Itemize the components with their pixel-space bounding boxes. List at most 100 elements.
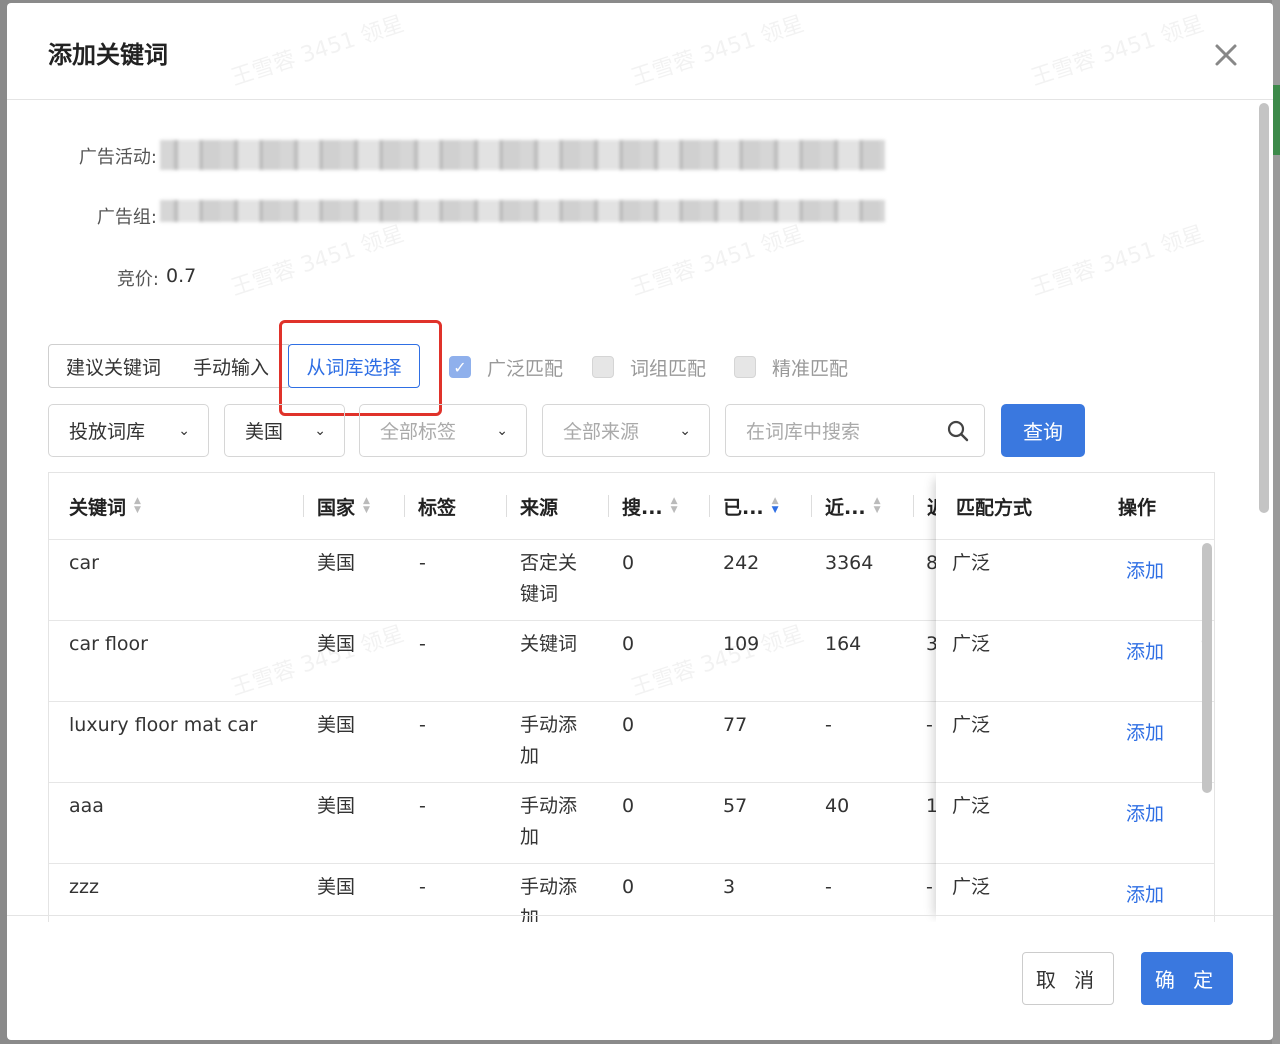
country-select[interactable]: 美国 ⌄ xyxy=(224,404,345,457)
cell-c7: - xyxy=(825,876,832,898)
query-button[interactable]: 查询 xyxy=(1001,404,1085,457)
watermark: 王雪蓉 3451 领星 xyxy=(628,221,808,302)
cell-keyword: aaa xyxy=(69,795,104,817)
cell-country: 美国 xyxy=(317,633,356,655)
sort-icon[interactable]: ▲ ▼ xyxy=(671,497,678,515)
cell-keyword: luxury floor mat car xyxy=(69,714,258,736)
cell-keyword: car xyxy=(69,552,99,574)
cell-match-type: 广泛 xyxy=(952,714,991,736)
dialog-scrollbar[interactable] xyxy=(1259,103,1269,513)
exact-match-label: 精准匹配 xyxy=(772,358,849,380)
column-header-tag: 标签 xyxy=(404,473,456,539)
cell-tag: - xyxy=(419,876,426,898)
column-header-action: 操作 xyxy=(1118,496,1157,519)
cell-country: 美国 xyxy=(317,795,356,817)
sort-icon[interactable]: ▲ ▼ xyxy=(363,497,370,515)
background-page xyxy=(1272,0,1280,1044)
cell-match-type: 广泛 xyxy=(952,552,991,574)
column-header-country[interactable]: 国家 ▲ ▼ xyxy=(303,473,370,539)
column-header-keyword[interactable]: 关键词 ▲ ▼ xyxy=(69,473,141,539)
column-label: 关键词 xyxy=(69,496,127,519)
cell-search: 0 xyxy=(622,876,635,898)
column-label: 搜... xyxy=(622,496,663,519)
cancel-button[interactable]: 取 消 xyxy=(1022,952,1114,1005)
cell-keyword: car floor xyxy=(69,633,148,655)
column-header-source: 来源 xyxy=(506,473,558,539)
campaign-value-redacted xyxy=(160,140,885,170)
cell-c6: 3 xyxy=(723,876,736,898)
exact-match-checkbox[interactable] xyxy=(734,356,756,378)
cell-tag: - xyxy=(419,795,426,817)
library-select-value: 投放词库 xyxy=(69,421,146,443)
column-header-recent[interactable]: 近... ▲ ▼ xyxy=(811,473,881,539)
bid-label: 竞价: xyxy=(116,269,159,290)
chevron-down-icon: ⌄ xyxy=(679,423,691,439)
cell-match-type: 广泛 xyxy=(952,876,991,898)
library-search-input[interactable]: 在词库中搜索 xyxy=(725,404,985,457)
ad-group-label: 广告组: xyxy=(96,207,157,228)
watermark: 王雪蓉 3451 领星 xyxy=(1028,11,1208,92)
sort-desc-icon[interactable]: ▲ ▼ xyxy=(772,497,779,515)
add-keyword-link[interactable]: 添加 xyxy=(1126,799,1196,830)
cell-country: 美国 xyxy=(317,552,356,574)
keyword-table: 关键词▲▼ 国家▲▼ 标签 来源 搜...▲▼ 已...▲▼ 近...▲▼ 近 … xyxy=(48,472,1215,922)
cell-source: 手动添加 xyxy=(520,795,578,848)
campaign-label: 广告活动: xyxy=(78,147,157,168)
column-header-added[interactable]: 已... ▲ ▼ xyxy=(709,473,779,539)
phrase-match-checkbox[interactable] xyxy=(592,356,614,378)
cell-c7: 3364 xyxy=(825,552,874,574)
add-keyword-link[interactable]: 添加 xyxy=(1126,718,1196,749)
cell-c6: 109 xyxy=(723,633,760,655)
cell-search: 0 xyxy=(622,714,635,736)
tags-select[interactable]: 全部标签 ⌄ xyxy=(359,404,527,457)
cell-source: 手动添加 xyxy=(520,714,578,767)
cell-c7: 40 xyxy=(825,795,850,817)
ad-group-value-redacted xyxy=(160,200,885,222)
tab-manual-input[interactable]: 手动输入 xyxy=(178,344,289,388)
column-label: 近... xyxy=(825,496,866,519)
search-placeholder: 在词库中搜索 xyxy=(746,421,861,443)
cell-source: 否定关键词 xyxy=(520,552,578,605)
add-keyword-dialog: 王雪蓉 3451 领星 王雪蓉 3451 领星 王雪蓉 3451 领星 王雪蓉 … xyxy=(7,3,1273,1040)
dialog-title: 添加关键词 xyxy=(48,41,168,69)
sort-icon[interactable]: ▲ ▼ xyxy=(134,497,141,515)
header-divider xyxy=(7,99,1273,100)
cell-c6: 57 xyxy=(723,795,748,817)
column-label: 标签 xyxy=(418,496,457,519)
chevron-down-icon: ⌄ xyxy=(314,423,326,439)
column-header-match-type: 匹配方式 xyxy=(956,496,1033,519)
confirm-button[interactable]: 确 定 xyxy=(1141,952,1233,1005)
footer-divider xyxy=(7,915,1273,916)
broad-match-checkbox[interactable]: ✓ xyxy=(449,356,471,378)
cell-keyword: zzz xyxy=(69,876,99,898)
cell-country: 美国 xyxy=(317,714,356,736)
broad-match-label: 广泛匹配 xyxy=(487,358,564,380)
cell-search: 0 xyxy=(622,552,635,574)
background-accent xyxy=(1272,85,1280,155)
column-header-search[interactable]: 搜... ▲ ▼ xyxy=(608,473,678,539)
chevron-down-icon: ⌄ xyxy=(178,423,190,439)
add-keyword-link[interactable]: 添加 xyxy=(1126,637,1196,668)
add-keyword-link[interactable]: 添加 xyxy=(1126,556,1196,587)
cell-c7: - xyxy=(825,714,832,736)
sort-icon[interactable]: ▲ ▼ xyxy=(874,497,881,515)
watermark: 王雪蓉 3451 领星 xyxy=(228,11,408,92)
chevron-down-icon: ⌄ xyxy=(496,423,508,439)
column-label: 国家 xyxy=(317,496,356,519)
library-select[interactable]: 投放词库 ⌄ xyxy=(48,404,209,457)
cell-search: 0 xyxy=(622,633,635,655)
search-icon[interactable] xyxy=(946,419,970,443)
table-scrollbar[interactable] xyxy=(1202,543,1212,793)
source-select[interactable]: 全部来源 ⌄ xyxy=(542,404,710,457)
tab-suggested-keywords[interactable]: 建议关键词 xyxy=(48,344,179,388)
watermark: 王雪蓉 3451 领星 xyxy=(1028,221,1208,302)
cell-search: 0 xyxy=(622,795,635,817)
cell-source: 关键词 xyxy=(520,633,578,655)
column-label: 已... xyxy=(723,496,764,519)
column-label: 来源 xyxy=(520,496,559,519)
add-keyword-link[interactable]: 添加 xyxy=(1126,880,1196,911)
highlight-box xyxy=(279,320,442,416)
cell-country: 美国 xyxy=(317,876,356,898)
close-icon[interactable] xyxy=(1212,41,1240,69)
fixed-right-columns: 匹配方式 操作 广泛 添加 广泛 添加 广泛 添加 广泛 添加 广泛 添加 xyxy=(936,473,1201,922)
